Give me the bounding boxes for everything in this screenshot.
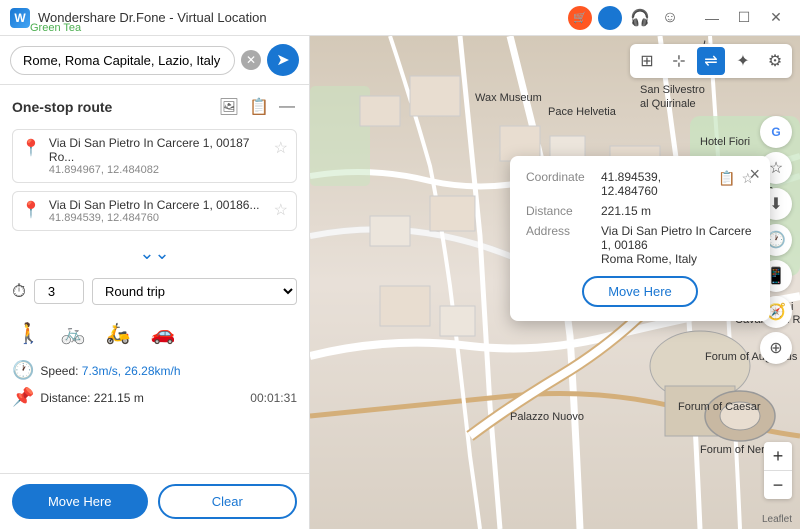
- close-button[interactable]: ✕: [762, 8, 790, 28]
- smiley-icon[interactable]: ☺: [658, 6, 682, 30]
- bottom-buttons: Move Here Clear: [0, 473, 309, 529]
- waypoint-2: 📍 Via Di San Pietro In Carcere 1, 00186.…: [12, 191, 297, 231]
- route-minimize-button[interactable]: —: [277, 96, 297, 118]
- waypoint-1-icon: 📍: [21, 138, 41, 158]
- main-area: ✕ ➤ One-stop route 🖼 📋 — 📍 Via Di San Pi…: [0, 36, 800, 529]
- google-maps-button[interactable]: G: [760, 116, 792, 148]
- leaflet-credit: Leaflet: [762, 514, 792, 525]
- search-clear-button[interactable]: ✕: [241, 50, 261, 70]
- zoom-controls: + −: [764, 442, 792, 499]
- bike-icon[interactable]: 🚲: [57, 317, 90, 350]
- popup-distance-row: Distance 221.15 m: [526, 204, 754, 218]
- user-icon[interactable]: 👤: [598, 6, 622, 30]
- location-dist-icon: 📌: [12, 387, 34, 408]
- waypoint-1-star[interactable]: ☆: [274, 138, 288, 158]
- route-image-button[interactable]: 🖼: [217, 95, 241, 119]
- headset-icon[interactable]: 🎧: [628, 6, 652, 30]
- time-text: 00:01:31: [250, 391, 297, 405]
- distance-text: Distance: 221.15 m: [40, 391, 143, 405]
- waypoint-2-coords: 41.894539, 12.484760: [49, 212, 266, 224]
- waypoint-1: 📍 Via Di San Pietro In Carcere 1, 00187 …: [12, 129, 297, 183]
- popup-close-button[interactable]: ×: [749, 164, 760, 185]
- maximize-button[interactable]: ☐: [730, 8, 758, 28]
- nav-icons: 🛒 👤 🎧 ☺: [568, 6, 682, 30]
- green-tea-label: Green Tea: [30, 22, 81, 34]
- distance-row: 📌 Distance: 221.15 m 00:01:31: [12, 387, 297, 408]
- popup-address-value: Via Di San Pietro In Carcere 1, 00186Rom…: [601, 224, 754, 266]
- waypoint-2-star[interactable]: ☆: [274, 200, 288, 220]
- speed-row: 🕐 Speed: 7.3m/s, 26.28km/h: [12, 360, 297, 381]
- map-toolbar-row: ⊞ ⊹ ⇌ ✦ ⚙: [630, 44, 792, 78]
- speedometer-icon: 🕐: [12, 360, 34, 381]
- map-area[interactable]: Wax Museum San Silvestro al Quirinale Pa…: [310, 36, 800, 529]
- chevron-down-icon: ⌄⌄: [12, 239, 297, 268]
- waypoint-2-icon: 📍: [21, 200, 41, 220]
- map-grid-button[interactable]: ⊞: [633, 47, 661, 75]
- popup-distance-label: Distance: [526, 204, 601, 218]
- popup-coordinate-row: Coordinate 41.894539, 12.484760 📋 ☆: [526, 170, 754, 198]
- map-toolbar: ⊞ ⊹ ⇌ ✦ ⚙: [630, 44, 792, 78]
- route-actions: 🖼 📋 —: [217, 95, 297, 119]
- location-popup: × Coordinate 41.894539, 12.484760 📋 ☆ Di…: [510, 156, 770, 321]
- car-icon[interactable]: 🚗: [147, 317, 180, 350]
- waypoint-1-text: Via Di San Pietro In Carcere 1, 00187 Ro…: [49, 136, 266, 176]
- search-input[interactable]: [10, 46, 235, 75]
- transport-row: 🚶 🚲 🛵 🚗: [12, 313, 297, 354]
- speed-label: Speed: 7.3m/s, 26.28km/h: [40, 364, 180, 378]
- move-here-button[interactable]: Move Here: [12, 484, 148, 519]
- map-settings-button[interactable]: ⚙: [761, 47, 789, 75]
- popup-distance-value: 221.15 m: [601, 204, 754, 218]
- clear-button[interactable]: Clear: [158, 484, 298, 519]
- route-save-button[interactable]: 📋: [247, 95, 271, 119]
- sidebar: ✕ ➤ One-stop route 🖼 📋 — 📍 Via Di San Pi…: [0, 36, 310, 529]
- waypoint-2-name: Via Di San Pietro In Carcere 1, 00186...: [49, 198, 266, 212]
- route-header: One-stop route 🖼 📋 —: [12, 95, 297, 119]
- window-controls: — ☐ ✕: [698, 8, 790, 28]
- app-title: Wondershare Dr.Fone - Virtual Location: [38, 10, 560, 25]
- waypoint-1-coords: 41.894967, 12.484082: [49, 164, 266, 176]
- app-logo: W: [10, 8, 30, 28]
- speed-highlight: 7.3m/s, 26.28km/h: [82, 364, 181, 378]
- waypoint-1-name: Via Di San Pietro In Carcere 1, 00187 Ro…: [49, 136, 266, 164]
- cart-icon[interactable]: 🛒: [568, 6, 592, 30]
- timer-icon: ⏱: [12, 281, 26, 302]
- route-panel: One-stop route 🖼 📋 — 📍 Via Di San Pietro…: [0, 85, 309, 473]
- scooter-icon[interactable]: 🛵: [102, 317, 135, 350]
- search-go-button[interactable]: ➤: [267, 44, 299, 76]
- controls-row: ⏱ One-way trip Round trip: [12, 278, 297, 305]
- map-route-button[interactable]: ⇌: [697, 47, 725, 75]
- route-title: One-stop route: [12, 99, 112, 115]
- repeat-count-input[interactable]: [34, 279, 84, 304]
- popup-address-label: Address: [526, 224, 601, 266]
- popup-coordinate-value: 41.894539, 12.484760: [601, 170, 712, 198]
- zoom-in-button[interactable]: +: [764, 442, 792, 470]
- walk-icon[interactable]: 🚶: [12, 317, 45, 350]
- zoom-out-button[interactable]: −: [764, 471, 792, 499]
- trip-type-select[interactable]: One-way trip Round trip: [92, 278, 297, 305]
- popup-copy-icon[interactable]: 📋: [718, 170, 735, 198]
- map-waypoint-button[interactable]: ✦: [729, 47, 757, 75]
- popup-address-row: Address Via Di San Pietro In Carcere 1, …: [526, 224, 754, 266]
- map-scatter-button[interactable]: ⊹: [665, 47, 693, 75]
- waypoint-2-text: Via Di San Pietro In Carcere 1, 00186...…: [49, 198, 266, 224]
- crosshair-button[interactable]: ⊕: [760, 332, 792, 364]
- popup-move-here-button[interactable]: Move Here: [582, 276, 698, 307]
- titlebar: W Wondershare Dr.Fone - Virtual Location…: [0, 0, 800, 36]
- popup-coordinate-label: Coordinate: [526, 170, 601, 198]
- minimize-button[interactable]: —: [698, 8, 726, 28]
- search-bar: ✕ ➤: [0, 36, 309, 85]
